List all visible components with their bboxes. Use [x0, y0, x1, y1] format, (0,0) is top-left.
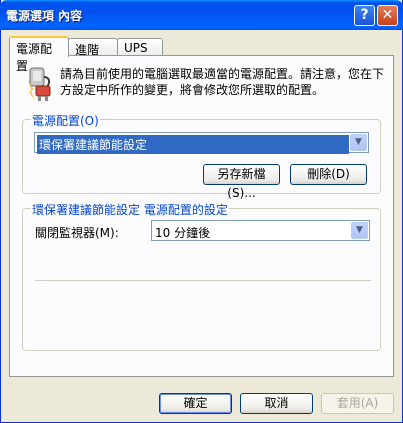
power-options-dialog: 電源選項 內容 ? ✕ 電源配置 進階 UPS 請為目前使用的電腦選取最適當的電… — [0, 0, 403, 423]
scheme-settings-group-label: 環保署建議節能設定 電源配置的設定 — [31, 201, 229, 218]
power-scheme-select[interactable]: 環保署建議節能設定 ▼ — [34, 132, 369, 154]
title-bar[interactable]: 電源選項 內容 ? ✕ — [0, 0, 403, 30]
monitor-off-select[interactable]: 10 分鐘後 ▼ — [151, 220, 370, 241]
close-icon[interactable]: ✕ — [377, 5, 398, 26]
divider — [35, 280, 371, 281]
apply-button[interactable]: 套用(A) — [321, 393, 394, 414]
ok-button[interactable]: 確定 — [159, 393, 232, 414]
delete-button[interactable]: 刪除(D) — [290, 164, 367, 185]
tab-advanced[interactable]: 進階 — [68, 38, 118, 57]
scheme-settings-group: 環保署建議節能設定 電源配置的設定 關閉監視器(M): 10 分鐘後 ▼ — [22, 201, 381, 351]
cancel-button[interactable]: 取消 — [240, 393, 313, 414]
chevron-down-icon[interactable]: ▼ — [350, 134, 367, 151]
help-icon[interactable]: ? — [354, 5, 375, 26]
scheme-description: 請為目前使用的電腦選取最適當的電源配置。請注意，您在下方設定中所作的變更，將會修… — [60, 67, 385, 97]
chevron-down-icon[interactable]: ▼ — [351, 222, 368, 239]
tab-panel: 請為目前使用的電腦選取最適當的電源配置。請注意，您在下方設定中所作的變更，將會修… — [9, 55, 394, 377]
power-scheme-group-label: 電源配置(O) — [31, 112, 100, 129]
power-scheme-group: 電源配置(O) 環保署建議節能設定 ▼ 另存新檔(S)... 刪除(D) — [22, 112, 381, 200]
save-as-button[interactable]: 另存新檔(S)... — [203, 164, 280, 200]
monitor-off-value: 10 分鐘後 — [155, 226, 211, 240]
window-title: 電源選項 內容 — [6, 9, 83, 23]
tab-power-schemes[interactable]: 電源配置 — [9, 36, 69, 73]
tab-ups[interactable]: UPS — [117, 38, 163, 56]
power-plug-icon — [28, 67, 51, 101]
power-scheme-value: 環保署建議節能設定 — [37, 135, 349, 154]
monitor-off-label: 關閉監視器(M): — [35, 226, 119, 240]
